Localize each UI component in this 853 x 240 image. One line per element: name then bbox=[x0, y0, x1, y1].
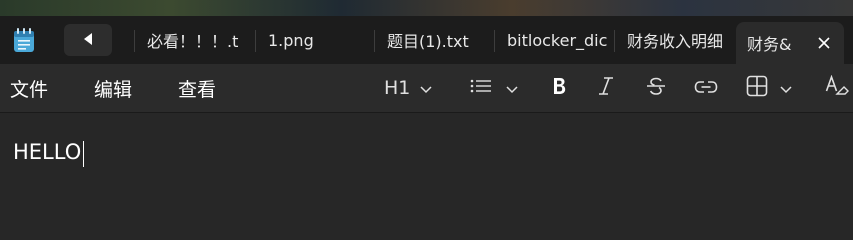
tab-separator bbox=[614, 30, 615, 52]
tab-separator bbox=[255, 30, 256, 52]
menu-toolbar: 文件 编辑 查看 H1 bbox=[0, 64, 853, 113]
chevron-down-icon bbox=[780, 79, 792, 98]
menu-view[interactable]: 查看 bbox=[178, 64, 216, 112]
tab-label: bitlocker_dic bbox=[507, 30, 608, 50]
tab-label: 题目(1).txt bbox=[387, 32, 469, 51]
table-icon bbox=[746, 75, 768, 101]
clear-formatting-button[interactable] bbox=[825, 72, 849, 104]
heading-dropdown[interactable]: H1 bbox=[384, 72, 440, 104]
strikethrough-button[interactable] bbox=[646, 72, 668, 104]
title-bar: 必看！！！.t 1.png 题目(1).txt bitlocker_dic 财务… bbox=[0, 16, 853, 64]
close-icon bbox=[818, 37, 830, 49]
heading-level-label: H1 bbox=[384, 77, 411, 99]
text-editor-area[interactable]: HELLO bbox=[0, 113, 853, 240]
link-icon bbox=[694, 79, 718, 98]
list-dropdown[interactable] bbox=[470, 72, 522, 104]
italic-button[interactable] bbox=[598, 72, 618, 104]
tab-label: 财务收入明细 bbox=[627, 32, 724, 51]
tab-label: 1.png bbox=[268, 30, 314, 50]
tab-must-read[interactable]: 必看！！！.t bbox=[147, 22, 249, 58]
tab-question-txt[interactable]: 题目(1).txt bbox=[387, 22, 493, 58]
desktop-background bbox=[0, 0, 853, 16]
table-dropdown[interactable] bbox=[746, 72, 798, 104]
menu-file-label: 文件 bbox=[10, 78, 49, 101]
text-caret bbox=[83, 141, 84, 167]
tab-1-png[interactable]: 1.png bbox=[268, 22, 368, 58]
tab-label: 必看！！！.t bbox=[147, 32, 239, 51]
tab-separator bbox=[374, 30, 375, 52]
notepad-app-icon bbox=[13, 27, 35, 53]
triangle-left-icon bbox=[82, 31, 94, 50]
italic-icon bbox=[598, 76, 614, 100]
tab-scroll-back-button[interactable] bbox=[64, 24, 112, 56]
bulleted-list-icon bbox=[470, 78, 492, 98]
tab-bitlocker-dic[interactable]: bitlocker_dic bbox=[507, 22, 610, 58]
tab-label: 财务& bbox=[747, 35, 792, 54]
menu-edit[interactable]: 编辑 bbox=[94, 64, 132, 112]
clear-formatting-icon bbox=[825, 74, 849, 101]
chevron-down-icon bbox=[506, 79, 518, 98]
menu-file[interactable]: 文件 bbox=[10, 64, 48, 112]
tab-separator bbox=[494, 30, 495, 52]
tab-finance-income[interactable]: 财务收入明细 bbox=[627, 22, 729, 58]
link-button[interactable] bbox=[694, 72, 718, 104]
editor-content: HELLO bbox=[13, 140, 82, 164]
strikethrough-icon bbox=[646, 76, 666, 100]
tab-active-finance[interactable]: 财务& bbox=[736, 22, 844, 64]
tab-separator bbox=[134, 30, 135, 52]
menu-view-label: 查看 bbox=[178, 78, 217, 101]
bold-button[interactable] bbox=[551, 72, 571, 104]
close-tab-button[interactable] bbox=[804, 22, 844, 64]
bold-icon bbox=[551, 76, 567, 100]
menu-edit-label: 编辑 bbox=[94, 78, 133, 101]
chevron-down-icon bbox=[420, 79, 432, 98]
